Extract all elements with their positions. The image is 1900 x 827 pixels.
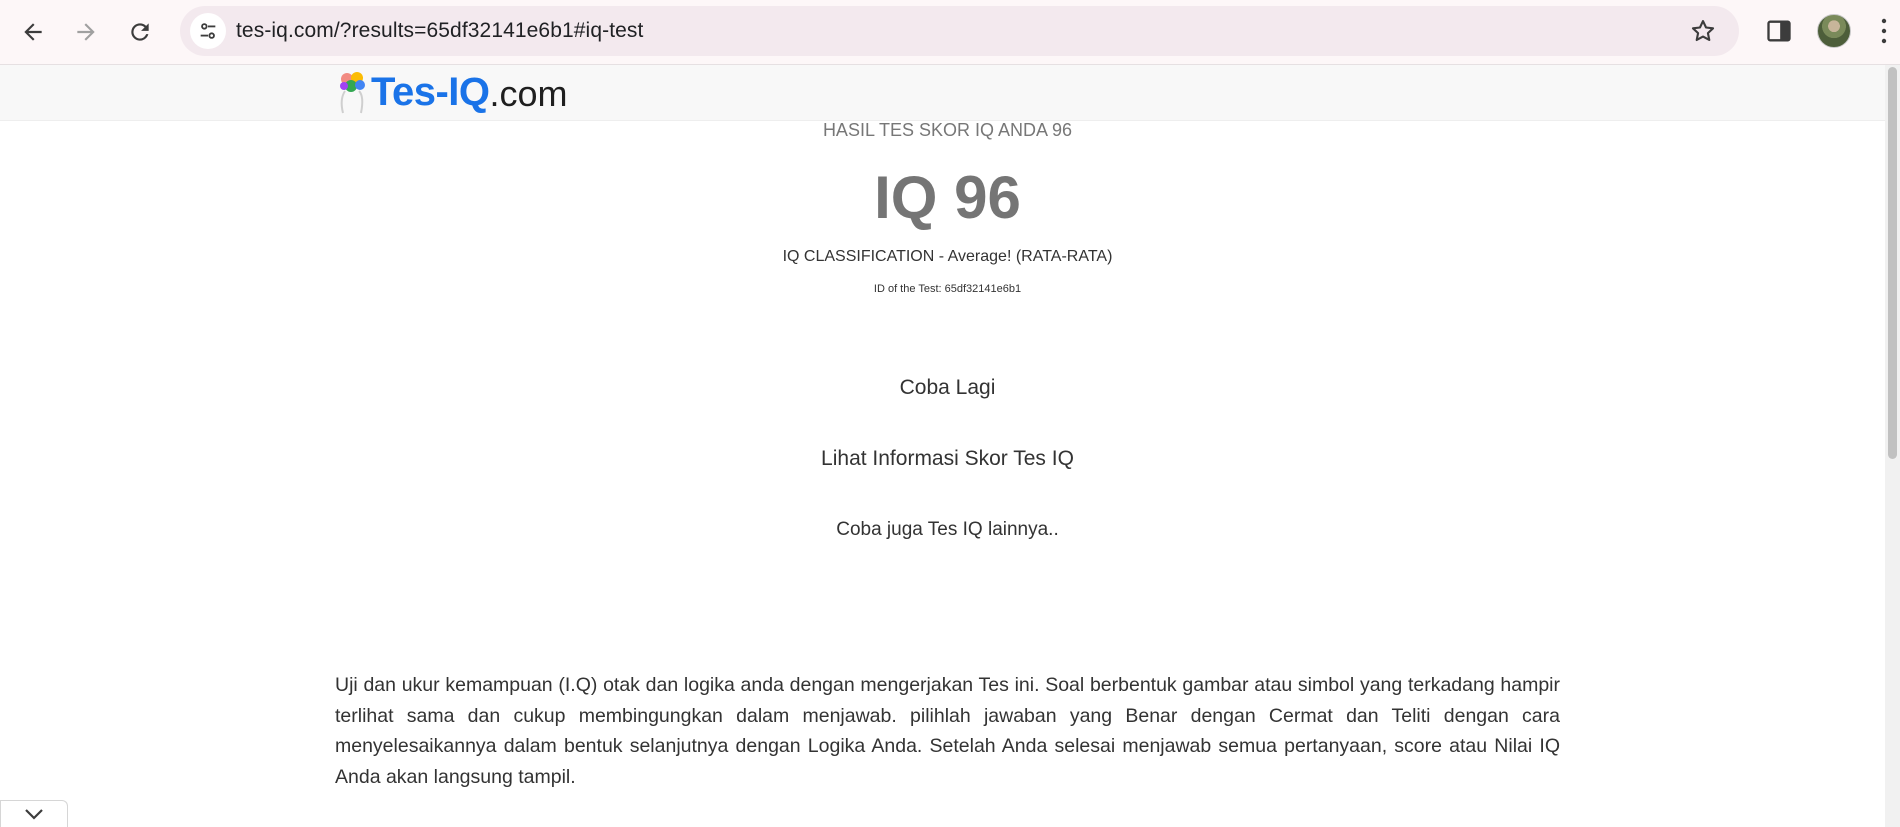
description-paragraph: Uji dan ukur kemampuan (I.Q) otak dan lo… — [335, 674, 1560, 788]
chevron-down-icon — [25, 809, 43, 820]
tune-icon[interactable] — [190, 13, 226, 49]
reload-button[interactable] — [120, 12, 160, 52]
brain-icon — [340, 72, 365, 114]
page-content: Tes-IQ .com HASIL TES SKOR IQ ANDA 96 IQ… — [0, 65, 1900, 827]
browser-toolbar: tes-iq.com/?results=65df32141e6b1#iq-tes… — [0, 0, 1900, 65]
iq-score: IQ 96 — [874, 164, 1021, 231]
site-settings-glyph — [200, 23, 216, 39]
test-id: ID of the Test: 65df32141e6b1 — [873, 283, 1022, 295]
result-heading: HASIL TES SKOR IQ ANDA 96 — [822, 120, 1073, 140]
score-info-link[interactable]: Lihat Informasi Skor Tes IQ — [821, 447, 1074, 470]
iq-classification: IQ CLASSIFICATION - Average! (RATA-RATA) — [782, 248, 1113, 265]
avatar[interactable] — [1817, 14, 1851, 48]
site-logo[interactable]: Tes-IQ .com — [337, 67, 568, 117]
arrow-left-icon — [24, 23, 42, 41]
url-text[interactable]: tes-iq.com/?results=65df32141e6b1#iq-tes… — [236, 19, 643, 43]
address-bar[interactable]: tes-iq.com/?results=65df32141e6b1#iq-tes… — [180, 6, 1739, 56]
other-tests-link-row: Coba juga Tes IQ lainnya.. — [335, 519, 1560, 541]
collapse-toggle[interactable] — [0, 800, 68, 827]
vertical-dots-icon[interactable] — [1880, 16, 1888, 46]
forward-button[interactable] — [66, 12, 106, 52]
other-tests-link[interactable]: Coba juga Tes IQ lainnya.. — [836, 519, 1059, 540]
retry-link[interactable]: Coba Lagi — [900, 376, 996, 399]
reload-icon — [131, 23, 149, 41]
logo-text: Tes-IQ — [371, 69, 490, 114]
retry-link-row: Coba Lagi — [335, 376, 1560, 400]
back-button[interactable] — [13, 12, 53, 52]
scrollbar-thumb[interactable] — [1888, 67, 1897, 459]
side-panel-icon[interactable] — [1765, 17, 1793, 45]
star-icon[interactable] — [1689, 17, 1717, 45]
logo-domain: .com — [489, 73, 568, 114]
page-scrollbar[interactable] — [1885, 65, 1900, 827]
arrow-right-icon — [77, 23, 95, 41]
site-header: Tes-IQ .com — [0, 65, 1900, 121]
score-info-link-row: Lihat Informasi Skor Tes IQ — [335, 447, 1560, 471]
